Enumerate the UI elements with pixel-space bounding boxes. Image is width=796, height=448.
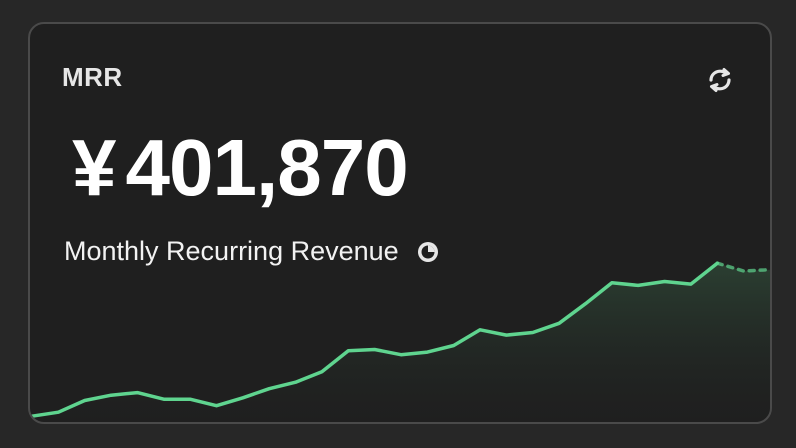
mrr-value: ¥401,870 <box>72 128 409 208</box>
mrr-sparkline <box>30 261 770 422</box>
card-title: MRR <box>62 62 123 92</box>
mrr-amount: 401,870 <box>125 123 409 212</box>
currency-symbol: ¥ <box>72 123 116 212</box>
sparkline-area <box>32 263 770 422</box>
refresh-button[interactable] <box>702 62 738 98</box>
refresh-icon <box>709 68 731 92</box>
mrr-card: MRR ¥401,870 Monthly Recurring Revenue <box>28 22 772 424</box>
